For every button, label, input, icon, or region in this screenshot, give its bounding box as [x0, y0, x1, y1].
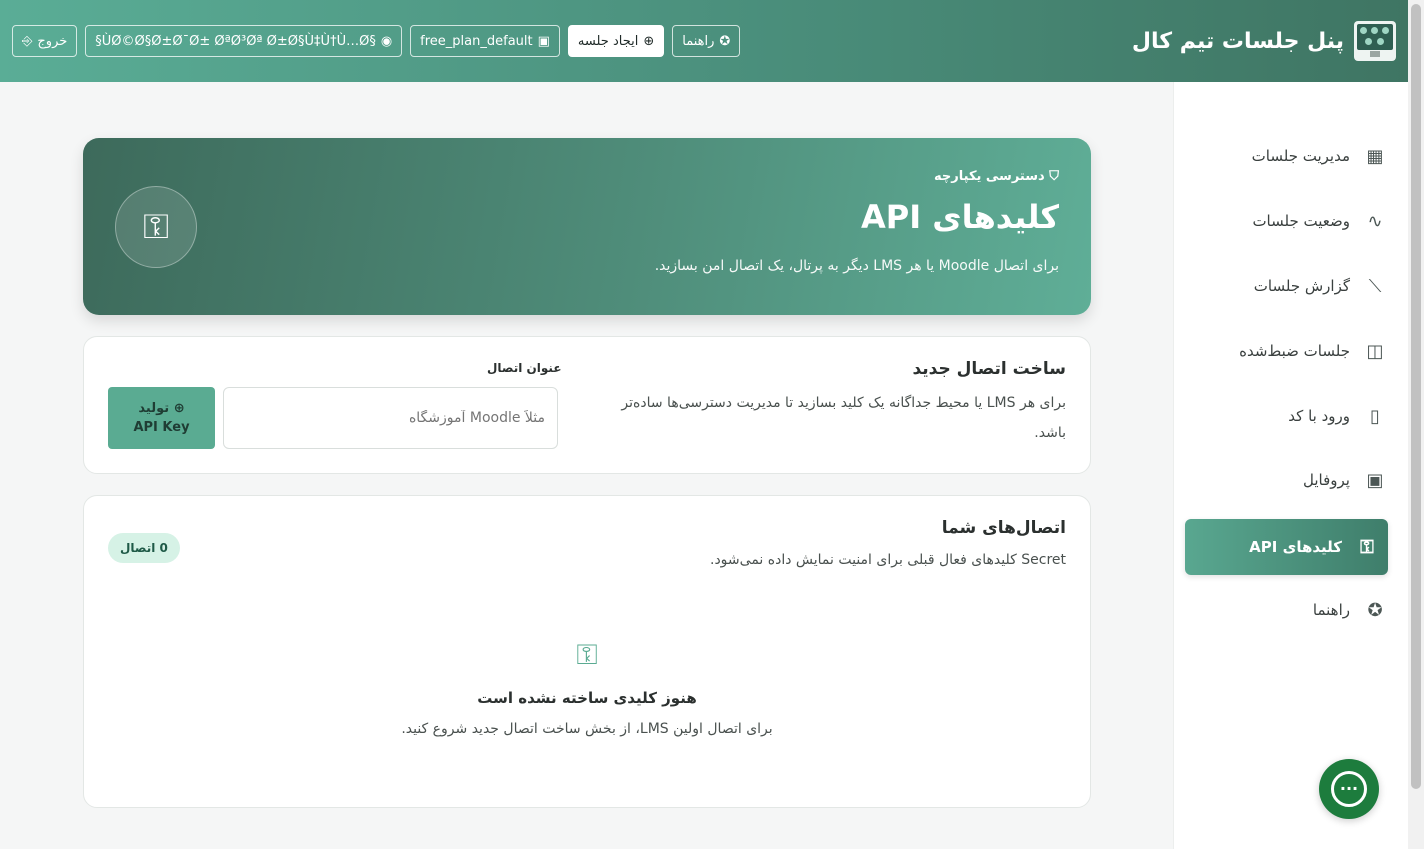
brand[interactable]: پنل جلسات تیم کال [1132, 20, 1396, 62]
plan-button[interactable]: free_plan_default ▣ [410, 25, 560, 57]
create-meeting-button[interactable]: ایجاد جلسه ⊕ [567, 25, 665, 57]
sidebar: ▦ مدیریت جلسات ∿ وضعیت جلسات ⟋ گزارش جلس… [1173, 82, 1408, 849]
sidebar-item-profile[interactable]: ▣ پروفایل [1196, 452, 1396, 508]
logout-label: خروج [37, 33, 68, 49]
key-icon: ⚿ [1360, 536, 1374, 558]
connections-description: Secret کلیدهای فعال قبلی برای امنیت نمای… [710, 552, 1066, 568]
empty-state-title: هنوز کلیدی ساخته نشده است [477, 689, 697, 707]
hero-banner: ⚿ ⛉ دسترسی یکپارچه کلیدهای API برای اتصا… [83, 138, 1091, 315]
connection-title-label: عنوان اتصال [487, 361, 562, 375]
sidebar-item-label: ورود با کد [1288, 407, 1350, 425]
connections-title: اتصال‌های شما [941, 518, 1066, 538]
hero-description: برای اتصال Moodle یا هر LMS دیگر به پرتا… [654, 258, 1059, 274]
gift-icon: ▣ [537, 33, 550, 49]
logout-icon: ⎆ [22, 33, 33, 49]
scrollbar-thumb[interactable] [1411, 4, 1421, 789]
door-icon: ▯ [1370, 405, 1380, 427]
help-button[interactable]: راهنما ✪ [672, 25, 741, 57]
generate-api-key-button[interactable]: ⊕ تولید API Key [108, 387, 215, 449]
sidebar-item-label: وضعیت جلسات [1252, 212, 1350, 230]
page-scrollbar[interactable] [1408, 0, 1424, 849]
create-meeting-label: ایجاد جلسه [577, 33, 639, 49]
sidebar-item-meeting-reports[interactable]: ⟋ گزارش جلسات [1196, 258, 1396, 314]
chat-button[interactable]: ··· [1319, 759, 1379, 819]
lifebuoy-icon: ✪ [1367, 599, 1383, 621]
key-icon: ⚿ [115, 186, 197, 268]
sidebar-item-label: راهنما [1312, 601, 1350, 619]
header-actions: ⎆ خروج §ÙØ©Ø§Ø±Ø¯Ø± ØªØ³Øª Ø±Ø§Ù‡Ù†Ù…Ø§ … [12, 25, 741, 57]
top-header: ⎆ خروج §ÙØ©Ø§Ø±Ø¯Ø± ØªØ³Øª Ø±Ø§Ù‡Ù†Ù…Ø§ … [0, 0, 1408, 82]
sidebar-item-label: گزارش جلسات [1253, 277, 1350, 295]
sidebar-item-label: کلیدهای API [1249, 538, 1342, 556]
sidebar-item-label: مدیریت جلسات [1251, 147, 1350, 165]
chart-icon: ⟋ [1368, 275, 1382, 297]
app-title: پنل جلسات تیم کال [1131, 28, 1344, 54]
create-connection-description: برای هر LMS یا محیط جداگانه یک کلید بساز… [621, 395, 1066, 441]
sidebar-item-help[interactable]: ✪ راهنما [1196, 582, 1396, 638]
sidebar-item-join-with-code[interactable]: ▯ ورود با کد [1196, 388, 1396, 444]
sidebar-item-label: پروفایل [1303, 471, 1350, 489]
page-title: کلیدهای API [860, 198, 1059, 236]
user-label: §ÙØ©Ø§Ø±Ø¯Ø± ØªØ³Øª Ø±Ø§Ù‡Ù†Ù…Ø§ [95, 33, 376, 49]
profile-icon: ▣ [1366, 469, 1384, 491]
sidebar-item-api-keys[interactable]: ⚿ کلیدهای API [1185, 519, 1388, 575]
user-icon: ◉ [380, 33, 393, 49]
sidebar-item-recorded-meetings[interactable]: ◫ جلسات ضبط‌شده [1196, 323, 1396, 379]
generate-label: تولید [138, 401, 170, 416]
lifebuoy-icon: ✪ [719, 33, 731, 49]
grid-icon: ▦ [1366, 145, 1384, 167]
user-button[interactable]: §ÙØ©Ø§Ø±Ø¯Ø± ØªØ³Øª Ø±Ø§Ù‡Ù†Ù…Ø§ ◉ [85, 25, 403, 57]
connections-card: اتصال‌های شما Secret کلیدهای فعال قبلی ب… [83, 495, 1091, 808]
empty-state-description: برای اتصال اولین LMS، از بخش ساخت اتصال … [401, 721, 773, 737]
key-icon: ⚿ [576, 638, 598, 671]
plus-circle-icon: ⊕ [173, 401, 185, 416]
connection-title-input[interactable] [223, 387, 558, 449]
hero-kicker-label: دسترسی یکپارچه [934, 169, 1045, 184]
shield-icon: ⛉ [1049, 169, 1059, 184]
connections-count-badge: 0 اتصال [108, 533, 180, 563]
video-icon: ◫ [1366, 340, 1384, 362]
generate-sublabel: API Key [133, 420, 190, 435]
plus-circle-icon: ⊕ [643, 33, 655, 49]
sidebar-item-label: جلسات ضبط‌شده [1239, 342, 1350, 360]
brand-logo-icon [1354, 21, 1396, 61]
chat-bubble-icon: ··· [1331, 771, 1367, 807]
sidebar-item-meeting-management[interactable]: ▦ مدیریت جلسات [1196, 128, 1396, 184]
create-connection-title: ساخت اتصال جدید [912, 359, 1066, 379]
hero-kicker: ⛉ دسترسی یکپارچه [934, 169, 1059, 184]
plan-label: free_plan_default [420, 33, 533, 49]
activity-icon: ∿ [1367, 210, 1383, 232]
sidebar-item-meeting-status[interactable]: ∿ وضعیت جلسات [1196, 193, 1396, 249]
create-connection-card: ساخت اتصال جدید برای هر LMS یا محیط جداگ… [83, 336, 1091, 474]
help-label: راهنما [682, 33, 715, 49]
logout-button[interactable]: ⎆ خروج [12, 25, 78, 57]
